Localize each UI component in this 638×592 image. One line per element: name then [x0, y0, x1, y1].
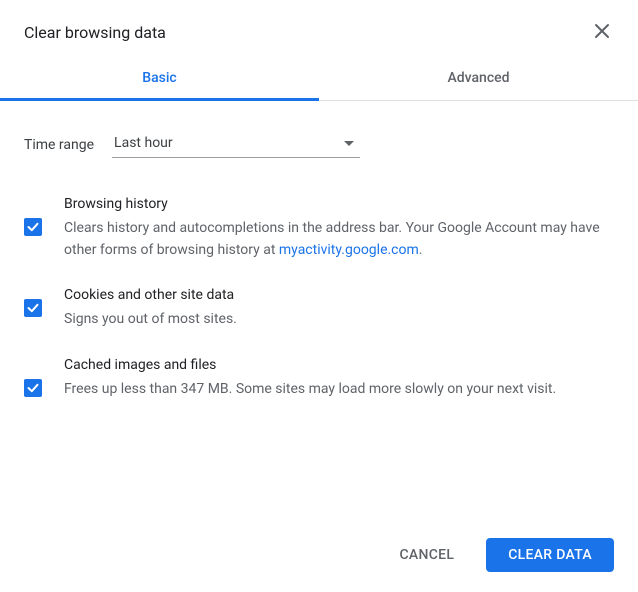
check-icon — [26, 381, 40, 395]
option-text: Cached images and files Frees up less th… — [64, 357, 614, 401]
check-icon — [26, 220, 40, 234]
options-list: Browsing history Clears history and auto… — [0, 168, 638, 401]
close-icon — [594, 23, 610, 42]
time-range-value: Last hour — [114, 135, 173, 151]
option-title: Browsing history — [64, 196, 614, 212]
tab-advanced[interactable]: Advanced — [319, 56, 638, 100]
myactivity-link[interactable]: myactivity.google.com — [279, 242, 419, 258]
dialog-header: Clear browsing data — [0, 0, 638, 56]
tab-bar: Basic Advanced — [0, 56, 638, 101]
cancel-button[interactable]: CANCEL — [377, 538, 476, 572]
option-browsing-history: Browsing history Clears history and auto… — [24, 196, 614, 261]
option-cache: Cached images and files Frees up less th… — [24, 357, 614, 401]
time-range-row: Time range Last hour — [0, 101, 638, 168]
time-range-label: Time range — [24, 137, 94, 153]
time-range-select[interactable]: Last hour — [112, 131, 360, 158]
check-icon — [26, 301, 40, 315]
option-description: Frees up less than 347 MB. Some sites ma… — [64, 379, 614, 401]
option-cookies: Cookies and other site data Signs you ou… — [24, 287, 614, 331]
chevron-down-icon — [344, 135, 354, 151]
clear-data-button[interactable]: CLEAR DATA — [486, 538, 614, 572]
tab-basic[interactable]: Basic — [0, 56, 319, 100]
option-description: Clears history and autocompletions in th… — [64, 218, 614, 261]
option-text: Browsing history Clears history and auto… — [64, 196, 614, 261]
option-title: Cookies and other site data — [64, 287, 614, 303]
close-button[interactable] — [590, 20, 614, 44]
checkbox-cache[interactable] — [24, 379, 42, 397]
option-description: Signs you out of most sites. — [64, 309, 614, 331]
checkbox-browsing-history[interactable] — [24, 218, 42, 236]
option-title: Cached images and files — [64, 357, 614, 373]
desc-text: . — [419, 242, 423, 258]
checkbox-cookies[interactable] — [24, 299, 42, 317]
option-text: Cookies and other site data Signs you ou… — [64, 287, 614, 331]
dialog-footer: CANCEL CLEAR DATA — [377, 538, 614, 572]
dialog-title: Clear browsing data — [24, 23, 166, 42]
